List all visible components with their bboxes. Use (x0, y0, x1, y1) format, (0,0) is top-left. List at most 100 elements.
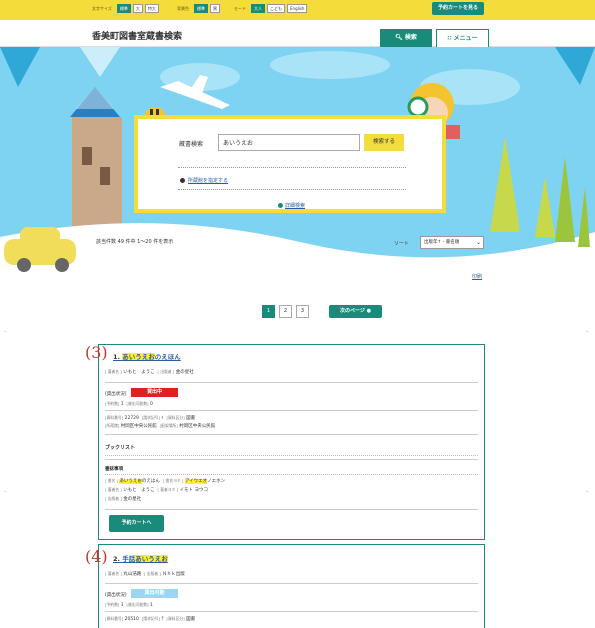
bib-publisher-value: 金の星社 (123, 497, 142, 502)
search-button[interactable]: 検索する (364, 134, 404, 151)
result-card: (4) 2. 手話あいうえお [ 著者名 ] 丸山浩路 [ 出版者 ] Ｎｈｋ出… (85, 544, 485, 628)
font-size-group: 文字サイズ 標準 大 特大 (92, 4, 159, 13)
bib-author-key: [ 著者名 ] (105, 487, 122, 492)
search-input[interactable] (218, 134, 360, 151)
available-key: [貸出可能数] (126, 401, 149, 406)
result-title[interactable]: 1. あいうえおのえほん (113, 351, 181, 361)
shelf-key: [資料番号] (105, 415, 124, 420)
available-value: 0 (149, 402, 153, 407)
detail-search-label: 詳細検索 (285, 203, 306, 209)
status-badge: 貸出中 (131, 388, 178, 397)
divider (105, 611, 478, 612)
print-link[interactable]: 印刷 (472, 273, 482, 280)
sort-value: 出版年↑ - 書名順 (424, 240, 460, 245)
bib-kana-highlight: アイウエオ (184, 479, 208, 484)
divider (105, 459, 478, 460)
tab-menu-label: メニュー (453, 35, 478, 42)
available-value: 1 (149, 603, 153, 608)
reserve-value: 1 (120, 402, 124, 407)
divider (105, 410, 478, 411)
page-3[interactable]: 3 (296, 305, 309, 318)
page-2[interactable]: 2 (279, 305, 292, 318)
bg-black-button[interactable]: 黒 (210, 4, 220, 13)
plus-circle-icon (180, 178, 185, 183)
margin-mark: - (586, 328, 589, 335)
bib-publisher-line: [ 出版者 ] 金の星社 (105, 496, 141, 502)
hero-banner: 蔵書検索 検索する 所蔵館を指定する 詳細検索 該当件数 49 件中 1～20 … (0, 47, 595, 290)
site-header: 香美町図書室蔵書検索 🔍︎ 検索 ∷ メニュー (0, 20, 595, 47)
bg-color-group: 背景色 標準 黒 (177, 4, 220, 13)
mode-group: モード 大人 こども English (234, 4, 308, 13)
result-count: 該当件数 49 件中 1～20 件を表示 (96, 239, 174, 245)
type-key: [資料区分] (166, 415, 185, 420)
bib-title-highlight: あいうえお (119, 479, 142, 484)
view-cart-button[interactable]: 予約カートを見る (432, 2, 484, 15)
class-value: ｲ (161, 416, 164, 421)
mode-kids-button[interactable]: こども (267, 4, 285, 13)
tab-search-label: 検索 (404, 34, 417, 41)
result-index: 2. (113, 555, 120, 563)
font-size-large-button[interactable]: 大 (132, 4, 143, 13)
font-size-xlarge-button[interactable]: 特大 (144, 4, 159, 13)
type-value: 図書 (186, 416, 196, 421)
add-to-cart-button[interactable]: 予約カートへ (109, 515, 164, 532)
location-value: 村岡区中央公民館 (120, 424, 157, 429)
status-key: [貸出状況] (105, 593, 127, 598)
detail-search-link[interactable]: 詳細検索 (278, 202, 305, 209)
bib-author-line: [ 著者名 ] いもと ようこ [ 著者ヨミ ] イモト ヨウコ (105, 487, 208, 493)
divider (105, 474, 478, 475)
divider (105, 509, 478, 510)
divider (178, 167, 406, 168)
divider (105, 382, 478, 383)
site-title[interactable]: 香美町図書室蔵書検索 (92, 29, 182, 42)
bib-heading: 書誌事項 (105, 467, 123, 472)
next-page-button[interactable]: 次のページ ● (329, 305, 382, 318)
sort-label: ソート (394, 241, 410, 247)
tab-search[interactable]: 🔍︎ 検索 (380, 29, 432, 47)
class-key: [請求記号] (141, 616, 160, 621)
status-key: [貸出状況] (105, 392, 127, 397)
bib-kana-rest: ノエホン (207, 479, 226, 484)
sort-select[interactable]: 出版年↑ - 書名順 ⌄ (420, 236, 484, 249)
author-key: [ 著者名 ] (105, 369, 122, 374)
divider (105, 434, 478, 435)
tab-menu[interactable]: ∷ メニュー (436, 29, 489, 47)
library-select-link[interactable]: 所蔵館を指定する (180, 177, 228, 184)
author-line: [ 著者名 ] 丸山浩路 [ 出版者 ] Ｎｈｋ出版 (105, 571, 185, 577)
shelving-key: [配架場所] (159, 423, 178, 428)
title-rest: のえほん (154, 353, 181, 361)
reserve-value: 1 (120, 603, 124, 608)
search-panel: 蔵書検索 検索する 所蔵館を指定する 詳細検索 (134, 115, 446, 213)
result-title[interactable]: 2. 手話あいうえお (113, 553, 168, 563)
mode-adult-button[interactable]: 大人 (251, 4, 265, 13)
mode-label: モード (234, 5, 246, 11)
arrow-circle-icon (278, 203, 283, 208)
page-1[interactable]: 1 (262, 305, 275, 318)
reserve-line: [予約数] 1 [貸出可能数] 1 (105, 602, 153, 608)
reserve-key: [予約数] (105, 401, 120, 406)
next-page-label: 次のページ (339, 308, 365, 314)
chevron-down-icon: ⌄ (475, 239, 481, 246)
location-key: [所蔵館] (105, 423, 120, 428)
class-value: ﾃ (161, 617, 164, 622)
handwritten-annotation: (3) (85, 343, 108, 362)
publisher-value: Ｎｈｋ出版 (162, 572, 185, 577)
booklist-heading: ブックリスト (105, 445, 136, 451)
menu-grid-icon: ∷ (447, 35, 452, 42)
bib-author-kana-value: イモト ヨウコ (179, 488, 208, 493)
margin-mark: - (4, 328, 7, 335)
title-highlight: あいうえお (122, 353, 155, 361)
author-key: [ 著者名 ] (105, 571, 122, 576)
type-value: 図書 (186, 617, 196, 622)
bg-standard-button[interactable]: 標準 (194, 4, 208, 13)
font-size-standard-button[interactable]: 標準 (116, 4, 131, 13)
author-line: [ 著者名 ] いもと ようこ [ 出版者 ] 金の星社 (105, 369, 194, 375)
title-highlight: あいうえお (135, 555, 168, 563)
author-value: 丸山浩路 (123, 572, 142, 577)
search-label: 蔵書検索 (179, 141, 204, 148)
mode-english-button[interactable]: English (287, 4, 308, 13)
location-line: [所蔵館] 村岡区中央公民館 [配架場所] 村岡区中央公民館 (105, 423, 215, 429)
shelf-value: 22729 (124, 416, 139, 421)
shelf-value: 20510 (124, 617, 139, 622)
bib-author-value: いもと ようこ (123, 488, 155, 493)
